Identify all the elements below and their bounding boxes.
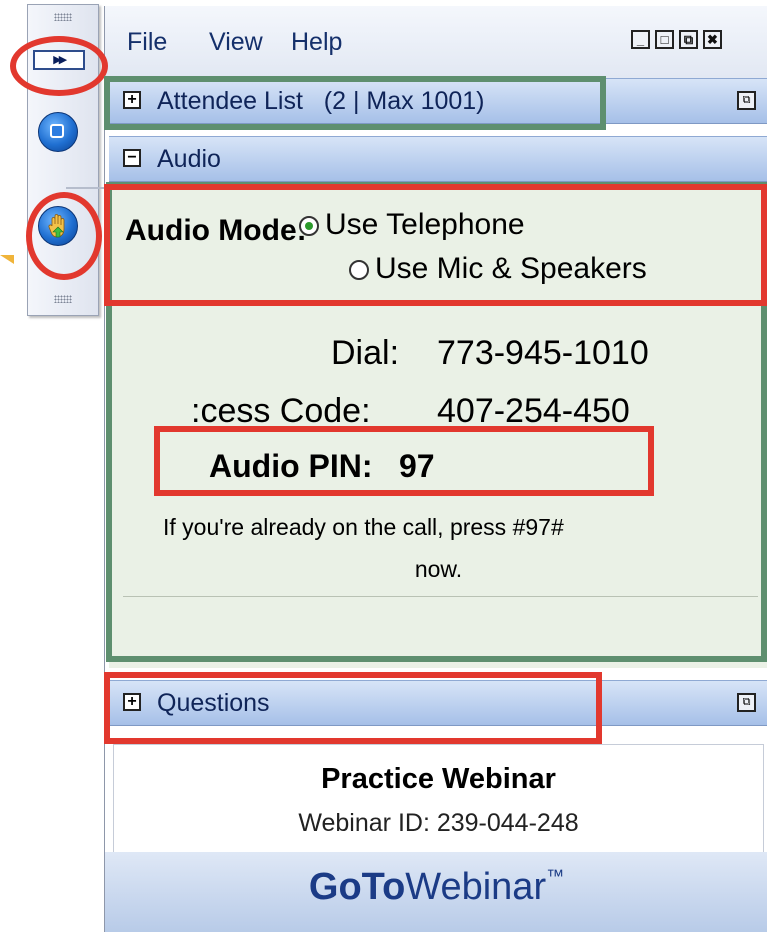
grip-handle-top[interactable] xyxy=(54,13,72,21)
menu-help[interactable]: Help xyxy=(291,28,342,57)
menu-file[interactable]: File xyxy=(127,28,167,57)
collapse-icon[interactable]: − xyxy=(123,149,141,167)
popout-button[interactable]: ⧉ xyxy=(679,30,698,49)
grip-handle-bottom[interactable] xyxy=(54,295,72,303)
strip-divider xyxy=(66,187,106,189)
attendee-popout-icon[interactable]: ⧉ xyxy=(737,91,756,110)
audio-header[interactable]: − Audio xyxy=(109,136,767,182)
webinar-id: Webinar ID: 239-044-248 xyxy=(298,809,579,837)
square-icon xyxy=(50,124,64,138)
brand-footer: GoToWebinar™ xyxy=(105,852,767,932)
webinar-title: Practice Webinar xyxy=(321,763,556,795)
restore-button[interactable]: □ xyxy=(655,30,674,49)
webinar-info: Practice Webinar Webinar ID: 239-044-248 xyxy=(113,744,764,854)
screen-share-button[interactable] xyxy=(38,112,78,152)
pointer-arrow-icon xyxy=(0,255,14,264)
minimize-button[interactable]: _ xyxy=(631,30,650,49)
annotation-box-questions xyxy=(104,672,602,744)
audio-section-label: Audio xyxy=(157,145,221,173)
gotowebinar-logo: GoToWebinar™ xyxy=(308,866,565,908)
annotation-box-attendee xyxy=(104,76,606,130)
annotation-ring-raise-hand xyxy=(26,192,102,280)
close-button[interactable]: ✖ xyxy=(703,30,722,49)
annotation-ring-expand xyxy=(10,36,108,96)
questions-popout-icon[interactable]: ⧉ xyxy=(737,693,756,712)
menu-view[interactable]: View xyxy=(209,28,263,57)
annotation-box-audio-pin xyxy=(154,426,654,496)
menu-bar: File View Help _ □ ⧉ ✖ xyxy=(105,6,767,78)
annotation-box-audio-mode xyxy=(104,184,767,306)
